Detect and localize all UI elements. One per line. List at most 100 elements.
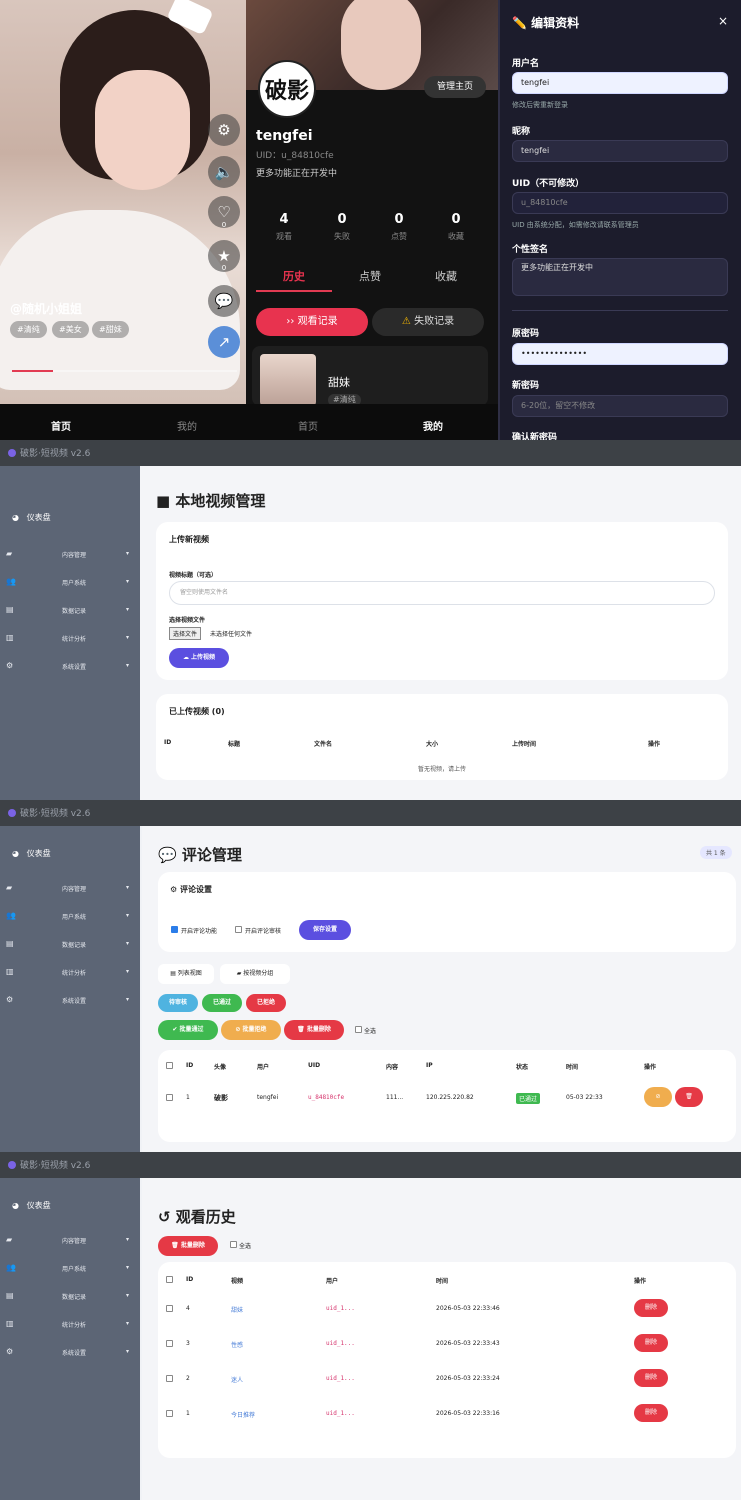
table-row[interactable]: 2 迷人 uid_1... 2026-05-03 22:33:24 删除 xyxy=(158,1362,736,1396)
uid-field: u_84810cfe xyxy=(512,192,728,214)
row-delete-button[interactable]: 🗑 xyxy=(675,1087,703,1107)
cell-id: 1 xyxy=(186,1094,190,1101)
upload-video-button[interactable]: ☁ 上传视频 xyxy=(169,648,229,668)
review-comments-checkbox[interactable] xyxy=(235,926,242,933)
table-row[interactable]: 4 甜妹 uid_1... 2026-05-03 22:33:46 删除 xyxy=(158,1292,736,1326)
share-icon[interactable]: ↗ xyxy=(208,326,240,358)
sidebar-dashboard[interactable]: ◕ 仪表盘 xyxy=(12,848,51,859)
row-checkbox[interactable] xyxy=(166,1094,173,1101)
batch-approve-button[interactable]: ✔ 批量通过 xyxy=(158,1020,218,1040)
video-camera-icon: ■ xyxy=(156,492,176,510)
stat-favorites[interactable]: 0 收藏 xyxy=(430,212,482,242)
batch-reject-button[interactable]: ⊘ 批量拒绝 xyxy=(221,1020,281,1040)
settings-icon[interactable]: ⚙ xyxy=(208,114,240,146)
delete-button[interactable]: 删除 xyxy=(634,1369,668,1387)
video-title-input[interactable]: 留空则使用文件名 xyxy=(169,581,715,605)
username-hint: 修改后需重新登录 xyxy=(512,101,568,109)
group-view-tab[interactable]: ▰ 按视频分组 xyxy=(220,964,290,984)
new-password-field[interactable]: 6-20位，留空不修改 xyxy=(512,395,728,417)
nickname-field[interactable]: tengfei xyxy=(512,140,728,162)
batch-delete-button[interactable]: 🗑 批量删除 xyxy=(158,1236,218,1256)
header-checkbox[interactable] xyxy=(166,1276,173,1283)
app-title: 破影·短视频 v2.6 xyxy=(8,446,90,459)
delete-button[interactable]: 删除 xyxy=(634,1404,668,1422)
profile-uid: UID：u_84810cfe xyxy=(256,151,334,161)
nav-home[interactable]: 首页 xyxy=(278,418,338,433)
reject-icon: ⊘ xyxy=(655,1093,661,1100)
column-header: UID xyxy=(308,1062,321,1069)
video-feed[interactable]: ⚙ 🔈 ♡ 0 ★ 0 💬 ↗ @随机小姐姐 #清纯 #美女 #甜妹 xyxy=(0,0,246,440)
feed-author[interactable]: @随机小姐姐 xyxy=(10,300,82,317)
enable-comments-checkbox[interactable] xyxy=(171,926,178,933)
header-checkbox[interactable] xyxy=(166,1062,173,1069)
database-icon: ▤ xyxy=(6,1291,14,1300)
sidebar-item-label: 统计分析 xyxy=(62,636,87,643)
nav-home[interactable]: 首页 xyxy=(31,418,91,433)
row-checkbox[interactable] xyxy=(166,1305,173,1312)
save-settings-button[interactable]: 保存设置 xyxy=(299,920,351,940)
watch-records-button[interactable]: ›› 观看记录 xyxy=(256,308,368,336)
cell-uid: u_84810cfe xyxy=(308,1094,345,1101)
table-row[interactable]: 3 性感 uid_1... 2026-05-03 22:33:43 删除 xyxy=(158,1327,736,1361)
video-progress-bar[interactable] xyxy=(12,370,237,372)
filter-rejected[interactable]: 已拒绝 xyxy=(246,994,286,1012)
cell-id: 3 xyxy=(186,1340,190,1347)
chart-icon: ▥ xyxy=(6,967,14,976)
table-row[interactable]: 1 今日推荐 uid_1... 2026-05-03 22:33:16 删除 xyxy=(158,1397,736,1431)
nav-mine[interactable]: 我的 xyxy=(157,418,217,433)
tab-history[interactable]: 历史 xyxy=(259,268,329,284)
stat-failed[interactable]: 0 失败 xyxy=(316,212,368,242)
cell-video-link[interactable]: 甜妹 xyxy=(231,1305,243,1314)
reject-icon: ⊘ xyxy=(235,1026,243,1033)
app-title: 破影·短视频 v2.6 xyxy=(8,1158,90,1171)
stat-views[interactable]: 4 观看 xyxy=(258,212,310,242)
row-checkbox[interactable] xyxy=(166,1375,173,1382)
select-all-label: 全选 xyxy=(239,1243,252,1250)
signature-textarea[interactable]: 更多功能正在开发中 xyxy=(512,258,728,296)
close-icon[interactable]: × xyxy=(718,14,728,28)
list-view-tab[interactable]: ▤ 列表视图 xyxy=(158,964,214,984)
chart-icon: ▥ xyxy=(6,633,14,642)
filter-pending[interactable]: 待审核 xyxy=(158,994,198,1012)
select-all-checkbox[interactable] xyxy=(230,1241,237,1248)
mute-icon[interactable]: 🔈 xyxy=(208,156,240,188)
sidebar-item-label: 用户系统 xyxy=(62,580,87,587)
old-password-field[interactable]: •••••••••••••• xyxy=(512,343,728,365)
profile-name: tengfei xyxy=(256,128,313,144)
select-all-checkbox[interactable] xyxy=(355,1026,362,1033)
cell-video-link[interactable]: 迷人 xyxy=(231,1375,243,1384)
page-title: ■ 本地视频管理 xyxy=(156,490,265,511)
edit-title: ✏️ 编辑资料 xyxy=(512,14,579,31)
history-item[interactable]: 甜妹 #清纯 xyxy=(252,346,488,406)
username-field[interactable]: tengfei xyxy=(512,72,728,94)
feed-tag[interactable]: #美女 xyxy=(52,321,89,338)
row-reject-button[interactable]: ⊘ xyxy=(644,1087,672,1107)
sidebar-dashboard[interactable]: ◕ 仪表盘 xyxy=(12,512,51,523)
cell-video-link[interactable]: 性感 xyxy=(231,1340,243,1349)
table-row[interactable]: 1 破影 tengfei u_84810cfe 111... 120.225.2… xyxy=(158,1080,736,1120)
nav-mine[interactable]: 我的 xyxy=(403,418,463,433)
feed-tag[interactable]: #甜妹 xyxy=(92,321,129,338)
delete-button[interactable]: 删除 xyxy=(634,1334,668,1352)
stat-likes[interactable]: 0 点赞 xyxy=(373,212,425,242)
sidebar-dashboard[interactable]: ◕ 仪表盘 xyxy=(12,1200,51,1211)
comments-icon: 💬 xyxy=(158,846,182,864)
comment-icon[interactable]: 💬 xyxy=(208,285,240,317)
tab-likes[interactable]: 点赞 xyxy=(335,268,405,284)
delete-button[interactable]: 删除 xyxy=(634,1299,668,1317)
profile-signature: 更多功能正在开发中 xyxy=(256,169,338,179)
main-content: ■ 本地视频管理 上传新视频 视频标题（可选） 留空则使用文件名 选择视频文件 … xyxy=(140,466,741,800)
manage-home-button[interactable]: 管理主页 xyxy=(424,76,486,98)
like-count: 0 xyxy=(221,221,227,229)
fail-records-button[interactable]: ⚠ 失败记录 xyxy=(372,308,484,336)
avatar[interactable]: 破影 xyxy=(258,60,316,118)
row-checkbox[interactable] xyxy=(166,1410,173,1417)
filter-approved[interactable]: 已通过 xyxy=(202,994,242,1012)
feed-tag[interactable]: #清纯 xyxy=(10,321,47,338)
cell-video-link[interactable]: 今日推荐 xyxy=(231,1410,255,1419)
choose-file-button[interactable]: 选择文件 xyxy=(169,627,202,640)
row-checkbox[interactable] xyxy=(166,1340,173,1347)
upload-heading: 上传新视频 xyxy=(169,535,209,544)
batch-delete-button[interactable]: 🗑 批量删除 xyxy=(284,1020,344,1040)
tab-favorites[interactable]: 收藏 xyxy=(411,268,481,284)
